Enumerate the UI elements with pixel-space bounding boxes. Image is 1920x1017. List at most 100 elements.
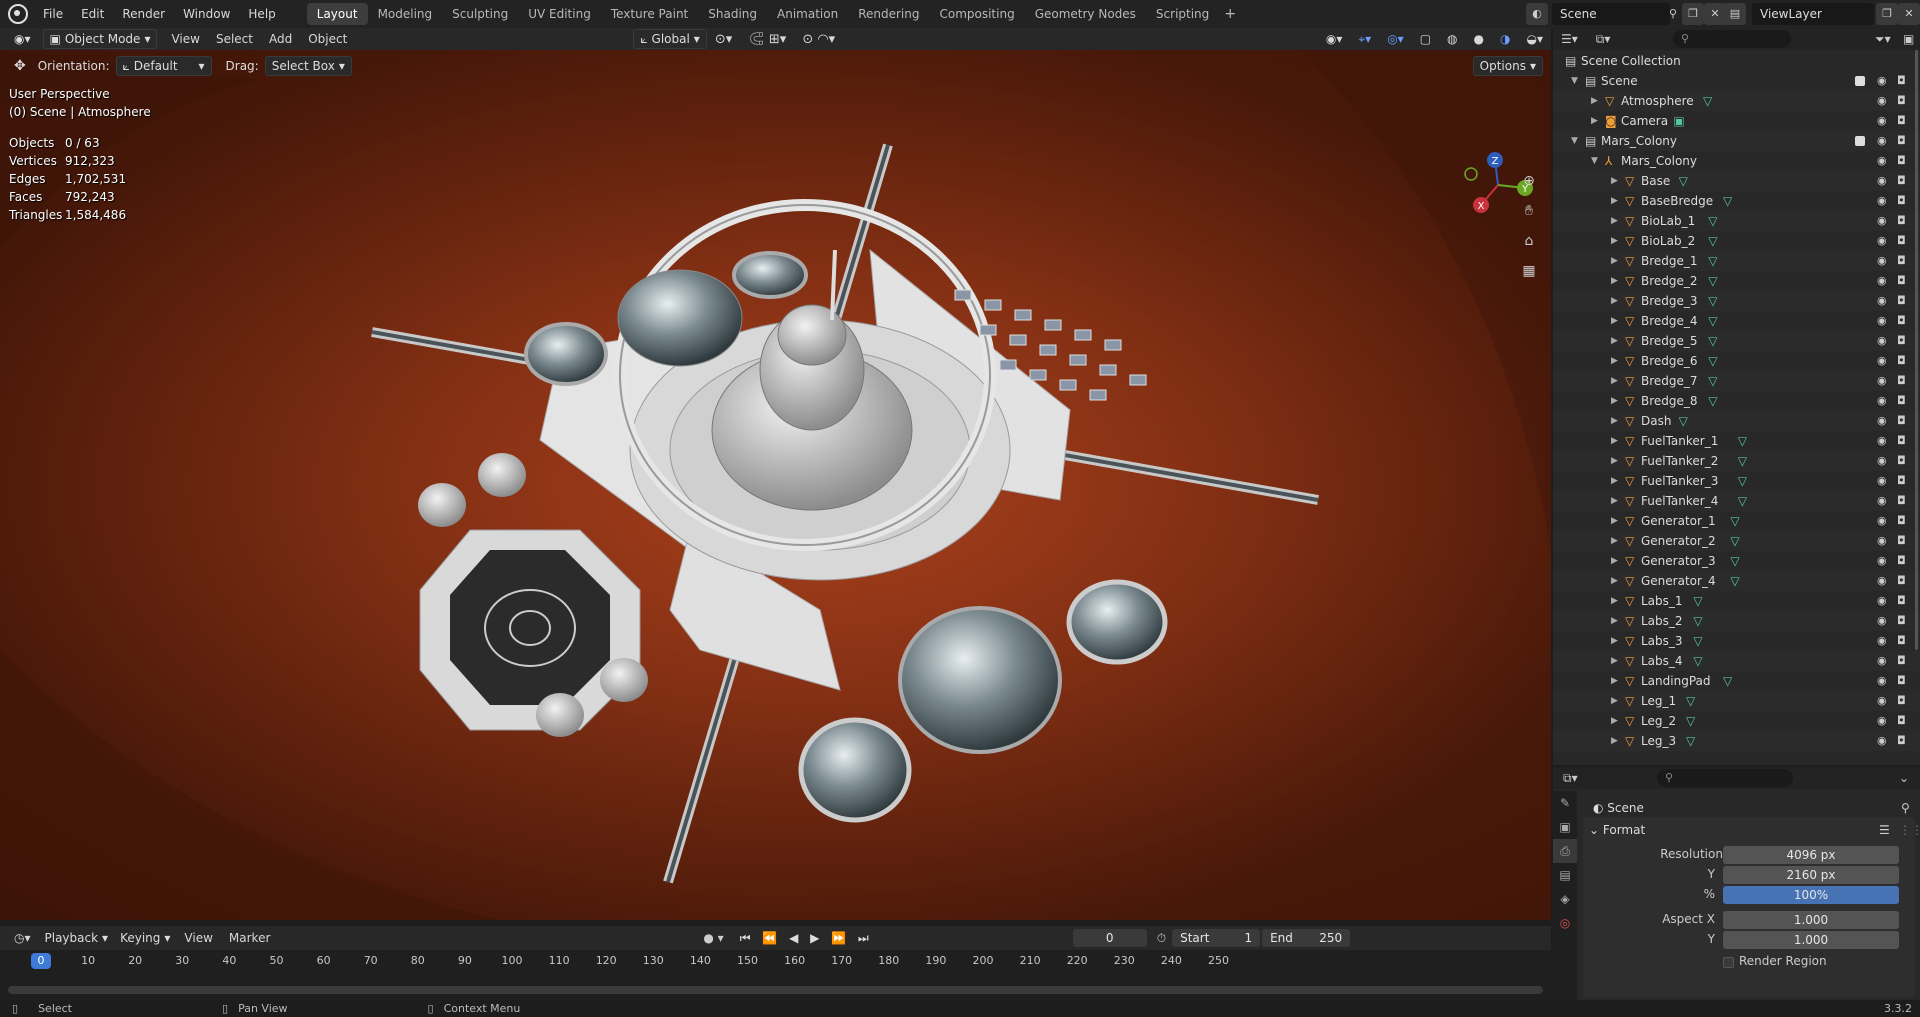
tab-compositing[interactable]: Compositing — [929, 3, 1024, 25]
pin-icon[interactable]: ⚲ — [1662, 3, 1684, 25]
mesh-data-icon[interactable]: ▽ — [1686, 711, 1695, 731]
expand-arrow-icon[interactable]: ▶ — [1611, 271, 1618, 291]
pin-icon[interactable]: ⚲ — [1901, 801, 1910, 815]
visibility-icon[interactable]: ◉▾ — [1318, 32, 1351, 46]
scene-tab-icon[interactable]: ◈ — [1553, 887, 1577, 911]
expand-arrow-icon[interactable]: ▶ — [1611, 611, 1618, 631]
mesh-data-icon[interactable]: ▽ — [1708, 251, 1717, 271]
solid-shading-icon[interactable]: ● — [1466, 32, 1492, 46]
tab-layout[interactable]: Layout — [306, 3, 368, 25]
expand-arrow-icon[interactable]: ▶ — [1591, 91, 1598, 111]
outliner-row[interactable]: ▶ ▽ Bredge_4 ▽ ◉ ◘ — [1553, 311, 1920, 331]
visibility-eye-icon[interactable]: ◉ — [1877, 151, 1887, 171]
render-visibility-icon[interactable]: ◘ — [1897, 191, 1906, 211]
render-visibility-icon[interactable]: ◘ — [1897, 611, 1906, 631]
record-icon[interactable]: ● ▾ — [703, 931, 723, 945]
render-visibility-icon[interactable]: ◘ — [1897, 471, 1906, 491]
expand-arrow-icon[interactable]: ▶ — [1611, 531, 1618, 551]
outliner-row[interactable]: ▶ ▽ Atmosphere ▽ ◉ ◘ — [1553, 91, 1920, 111]
visibility-eye-icon[interactable]: ◉ — [1877, 271, 1887, 291]
visibility-eye-icon[interactable]: ◉ — [1877, 311, 1887, 331]
expand-arrow-icon[interactable]: ▶ — [1611, 291, 1618, 311]
render-visibility-icon[interactable]: ◘ — [1897, 371, 1906, 391]
render-region-checkbox[interactable] — [1723, 957, 1734, 968]
view-layer-icon[interactable]: ▤ — [1724, 3, 1746, 25]
timeline-view-menu[interactable]: View — [176, 931, 220, 945]
visibility-eye-icon[interactable]: ◉ — [1877, 631, 1887, 651]
outliner-row[interactable]: ▶ ▽ Labs_3 ▽ ◉ ◘ — [1553, 631, 1920, 651]
mesh-data-icon[interactable]: ▽ — [1708, 331, 1717, 351]
outliner-row[interactable]: ▶ ◙ Camera ▣ ◉ ◘ — [1553, 111, 1920, 131]
orientation-dropdown[interactable]: ⟀ Default ▾ — [115, 56, 212, 76]
view-layer-selector[interactable]: ViewLayer — [1752, 3, 1874, 25]
expand-arrow-icon[interactable]: ▶ — [1591, 111, 1598, 131]
visibility-eye-icon[interactable]: ◉ — [1877, 351, 1887, 371]
menu-help[interactable]: Help — [239, 0, 284, 28]
outliner-row[interactable]: ▶ ▽ Bredge_2 ▽ ◉ ◘ — [1553, 271, 1920, 291]
menu-add[interactable]: Add — [261, 32, 300, 46]
outliner-row[interactable]: ▶ ▽ Generator_3 ▽ ◉ ◘ — [1553, 551, 1920, 571]
expand-arrow-icon[interactable]: ▶ — [1611, 331, 1618, 351]
blender-logo-icon[interactable] — [8, 4, 28, 24]
tab-texture-paint[interactable]: Texture Paint — [601, 3, 698, 25]
outliner-row[interactable]: ▶ ▽ Labs_1 ▽ ◉ ◘ — [1553, 591, 1920, 611]
tab-scripting[interactable]: Scripting — [1146, 3, 1219, 25]
visibility-eye-icon[interactable]: ◉ — [1877, 551, 1887, 571]
expand-arrow-icon[interactable]: ▶ — [1611, 511, 1618, 531]
timeline[interactable]: 0 10 20 30 40 50 60 70 80 90 100 110 120 130 140 150 16… — [0, 950, 1551, 1000]
expand-arrow-icon[interactable]: ▶ — [1611, 491, 1618, 511]
render-visibility-icon[interactable]: ◘ — [1897, 351, 1906, 371]
tab-sculpting[interactable]: Sculpting — [442, 3, 518, 25]
rendered-shading-icon[interactable]: ◒▾ — [1519, 32, 1552, 46]
resolution-y-field[interactable]: 2160 px — [1723, 866, 1899, 884]
outliner-row[interactable]: ▶ ▽ Leg_3 ▽ ◉ ◘ — [1553, 731, 1920, 751]
visibility-eye-icon[interactable]: ◉ — [1877, 531, 1887, 551]
expand-arrow-icon[interactable]: ▶ — [1611, 551, 1618, 571]
editor-type-dropdown[interactable]: ◉▾ — [8, 29, 37, 49]
pan-hand-icon[interactable]: ✋︎ — [1516, 198, 1542, 224]
visibility-eye-icon[interactable]: ◉ — [1877, 431, 1887, 451]
menu-select[interactable]: Select — [208, 32, 261, 46]
mesh-data-icon[interactable]: ▽ — [1723, 671, 1732, 691]
render-visibility-icon[interactable]: ◘ — [1897, 271, 1906, 291]
visibility-eye-icon[interactable]: ◉ — [1877, 651, 1887, 671]
drag-dropdown[interactable]: Select Box ▾ — [264, 56, 352, 76]
expand-arrow-icon[interactable]: ▶ — [1611, 391, 1618, 411]
expand-arrow-icon[interactable]: ▶ — [1611, 211, 1618, 231]
expand-arrow-icon[interactable]: ▶ — [1611, 691, 1618, 711]
menu-render[interactable]: Render — [113, 0, 174, 28]
outliner-row[interactable]: ▶ ▽ Labs_4 ▽ ◉ ◘ — [1553, 651, 1920, 671]
expand-arrow-icon[interactable]: ▶ — [1611, 251, 1618, 271]
mode-dropdown[interactable]: ▣ Object Mode ▾ — [42, 29, 158, 49]
render-visibility-icon[interactable]: ◘ — [1897, 171, 1906, 191]
render-visibility-icon[interactable]: ◘ — [1897, 71, 1906, 91]
visibility-eye-icon[interactable]: ◉ — [1877, 171, 1887, 191]
expand-arrow-icon[interactable]: ▶ — [1611, 431, 1618, 451]
render-visibility-icon[interactable]: ◘ — [1897, 251, 1906, 271]
start-frame-field[interactable]: Start 1 — [1172, 929, 1261, 947]
mesh-data-icon[interactable]: ▽ — [1679, 411, 1688, 431]
visibility-eye-icon[interactable]: ◉ — [1877, 331, 1887, 351]
visibility-eye-icon[interactable]: ◉ — [1877, 571, 1887, 591]
render-visibility-icon[interactable]: ◘ — [1897, 671, 1906, 691]
pivot-icon[interactable]: ⊙▾ — [707, 32, 740, 47]
expand-arrow-icon[interactable]: ▶ — [1611, 351, 1618, 371]
outliner-row[interactable]: ▶ ▽ Dash ▽ ◉ ◘ — [1553, 411, 1920, 431]
outliner-row[interactable]: ▶ ▽ Bredge_3 ▽ ◉ ◘ — [1553, 291, 1920, 311]
expand-arrow-icon[interactable]: ▶ — [1611, 231, 1618, 251]
mesh-data-icon[interactable]: ▽ — [1738, 451, 1747, 471]
render-visibility-icon[interactable]: ◘ — [1897, 311, 1906, 331]
material-shading-icon[interactable]: ◑ — [1492, 32, 1518, 46]
visibility-eye-icon[interactable]: ◉ — [1877, 671, 1887, 691]
resolution-x-field[interactable]: 4096 px — [1723, 846, 1899, 864]
mesh-data-icon[interactable]: ▽ — [1693, 631, 1702, 651]
outliner-row[interactable]: ▶ ▽ Labs_2 ▽ ◉ ◘ — [1553, 611, 1920, 631]
render-visibility-icon[interactable]: ◘ — [1897, 211, 1906, 231]
mesh-data-icon[interactable]: ▽ — [1693, 651, 1702, 671]
current-frame-field[interactable]: 0 — [1072, 929, 1147, 947]
visibility-eye-icon[interactable]: ◉ — [1877, 111, 1887, 131]
outliner-search-input[interactable]: ⚲ — [1673, 30, 1791, 48]
visibility-eye-icon[interactable]: ◉ — [1877, 371, 1887, 391]
delete-scene-button[interactable]: ✕ — [1704, 3, 1726, 25]
resolution-percent-slider[interactable]: 100% — [1723, 886, 1899, 904]
